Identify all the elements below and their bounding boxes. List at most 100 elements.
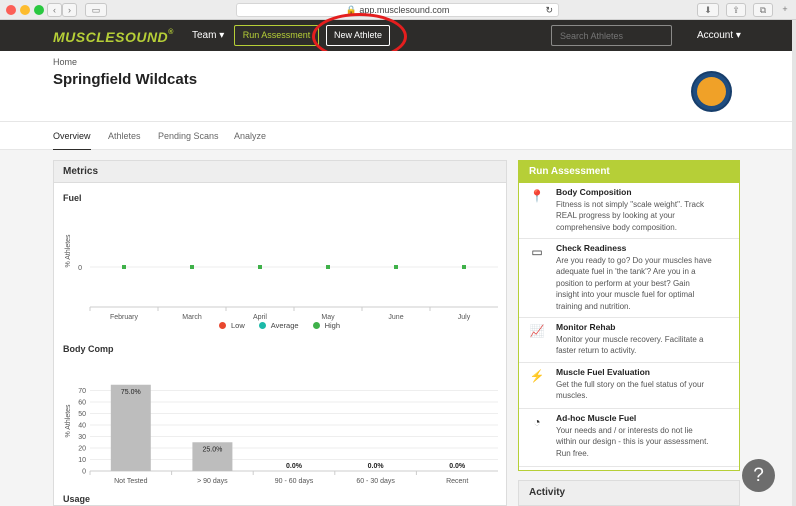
description-line: muscles. (556, 391, 588, 401)
body-comp-label: Body Comp (63, 344, 114, 354)
description-line: training and nutrition. (556, 301, 631, 311)
run-assessment-title: Run Assessment (519, 161, 739, 183)
description-line: Get the full story on the fuel status of… (556, 380, 705, 389)
fuel-data-point[interactable] (190, 265, 194, 269)
fuel-legend: Low Average High (219, 321, 340, 330)
assessment-item[interactable]: ◔ Ad-hoc Muscle Fuel Your needs and / or i… (519, 409, 739, 467)
fuel-x-tick-label: March (182, 314, 202, 321)
assessment-item[interactable]: 📍 Body Composition Fitness is not simply "… (519, 183, 739, 239)
fuel-data-point[interactable] (122, 265, 126, 269)
assessment-item-description: Your needs and / or interests do not lie… (556, 425, 732, 459)
assessment-item-title: Body Composition (556, 187, 632, 197)
bodycomp-x-tick-label: 60 - 30 days (356, 478, 395, 485)
assessment-item-description: Fitness is not simply "scale weight". Tr… (556, 199, 732, 233)
description-line: position to perform at your best? Gain (556, 278, 690, 288)
metrics-panel: Metrics Fuel % Athletes 0 February March Apr… (53, 160, 507, 506)
fuel-y-axis-label: % Athletes (65, 234, 72, 268)
description-line: faster return to activity. (556, 346, 637, 356)
bodycomp-y-tick-label: 30 (78, 434, 86, 441)
usage-label: Usage (63, 494, 91, 504)
back-button[interactable]: ‹ (47, 3, 62, 17)
bodycomp-x-tick-label: > 90 days (197, 478, 228, 485)
browser-toolbar: ‹ › ▭ 🔒 app.musclesound.com ↻ ⬇ ⇪ ⧉ + (0, 0, 796, 20)
sidebar-toggle-button[interactable]: ▭ (85, 3, 107, 17)
bodycomp-y-tick-label: 70 (78, 388, 86, 395)
legend-label-low: Low (231, 321, 245, 330)
fuel-data-point[interactable] (326, 265, 330, 269)
bodycomp-data-label: 25.0% (202, 446, 222, 453)
fuel-x-tick-label: June (388, 314, 403, 321)
description-line: adequate fuel in 'the tank'? Are you in … (556, 267, 696, 277)
legend-item-low[interactable]: Low (219, 321, 245, 330)
run-assessment-button[interactable]: Run Assessment (234, 25, 319, 46)
legend-dot-high (312, 322, 320, 329)
minimize-window-button[interactable] (20, 5, 30, 15)
body-comp-chart: % Athletes 0 10 20 30 40 50 60 70 75.0% Not Tested… (65, 384, 498, 485)
tab-bar: Overview Athletes Pending Scans Analyze (0, 121, 792, 151)
bodycomp-data-label: 0.0% (368, 463, 385, 470)
bodycomp-y-tick-label: 50 (78, 411, 86, 418)
activity-panel-header: Activity (518, 480, 740, 506)
description-line: Fitness is not simply "scale weight". Tr… (556, 200, 704, 209)
close-window-button[interactable] (6, 5, 16, 15)
description-line: Monitor your muscle recovery. Facilitate… (556, 335, 704, 344)
description-line: insight into your muscle fuel for optima… (556, 290, 695, 300)
download-button[interactable]: ⬇ (697, 3, 719, 17)
search-athletes-input[interactable] (551, 25, 672, 46)
gauge-icon: ◔ (533, 415, 541, 429)
description-line: Are you ready to go? Do your muscles hav… (556, 256, 712, 265)
tabs-overview-button[interactable]: ⧉ (753, 3, 773, 17)
share-button[interactable]: ⇪ (726, 3, 746, 17)
bodycomp-y-tick-label: 20 (78, 446, 86, 453)
bodycomp-y-tick-label: 0 (82, 469, 86, 476)
tab-pending-scans[interactable]: Pending Scans (158, 131, 219, 141)
fuel-x-tick-label: February (110, 314, 139, 321)
assessment-item-title: Check Readiness (556, 243, 627, 253)
page-body: Home Springfield Wildcats Overview Athle… (0, 51, 792, 506)
fuel-y-tick-label: 0 (78, 265, 82, 272)
fuel-x-tick-label: July (458, 314, 471, 321)
fuel-data-point[interactable] (394, 265, 398, 269)
bodycomp-bar[interactable] (110, 384, 151, 471)
assessment-item-description: Get the full story on the fuel status of… (556, 379, 732, 402)
fuel-label: Fuel (63, 193, 82, 203)
tab-athletes[interactable]: Athletes (108, 131, 141, 141)
team-logo-avatar (691, 71, 732, 112)
team-dropdown[interactable]: Team ▾ (192, 30, 224, 41)
bodycomp-y-tick-label: 40 (78, 423, 86, 430)
account-dropdown[interactable]: Account ▾ (697, 30, 741, 41)
reload-icon[interactable]: ↻ (545, 4, 553, 17)
help-button[interactable]: ? (742, 459, 775, 492)
run-assessment-panel: Run Assessment 📍 Body Composition Fitness … (518, 160, 740, 471)
page-scrollbar[interactable] (792, 20, 796, 506)
musclesound-logo[interactable]: MUSCLESOUND® (53, 29, 174, 45)
legend-label-average: Average (270, 321, 299, 330)
bodycomp-x-tick-label: Recent (446, 478, 468, 485)
bodycomp-data-label: 0.0% (449, 463, 466, 470)
assessment-item[interactable]: ⚡ Muscle Fuel Evaluation Get the full stor… (519, 363, 739, 409)
fuel-x-tick-label: May (321, 314, 335, 321)
assessment-item-title: Ad-hoc Muscle Fuel (556, 413, 637, 423)
forward-button[interactable]: › (62, 3, 77, 17)
lightning-icon: ⚡ (529, 369, 545, 383)
metrics-title: Metrics (54, 161, 506, 183)
logo-registered-mark: ® (168, 29, 174, 36)
url-bar[interactable]: 🔒 app.musclesound.com ↻ (236, 3, 559, 17)
tab-analyze[interactable]: Analyze (234, 131, 266, 141)
fuel-x-tick-label: April (253, 314, 267, 321)
new-tab-button[interactable]: + (778, 3, 792, 17)
description-line: Your needs and / or interests do not lie (556, 426, 693, 435)
legend-item-average[interactable]: Average (258, 321, 299, 330)
tab-overview[interactable]: Overview (53, 131, 91, 151)
fuel-data-point[interactable] (258, 265, 262, 269)
trend-line-icon: 📈 (529, 324, 545, 338)
legend-item-high[interactable]: High (312, 321, 340, 330)
assessment-item[interactable]: ▭ Check Readiness Are you ready to go? Do … (519, 239, 739, 318)
bodycomp-y-tick-label: 60 (78, 400, 86, 407)
bodycomp-data-label: 75.0% (121, 389, 141, 396)
legend-dot-low (219, 322, 226, 329)
breadcrumb[interactable]: Home (53, 57, 77, 67)
assessment-item[interactable]: 📈 Monitor Rehab Monitor your muscle recove… (519, 318, 739, 363)
fuel-data-point[interactable] (462, 265, 466, 269)
maximize-window-button[interactable] (34, 5, 44, 15)
